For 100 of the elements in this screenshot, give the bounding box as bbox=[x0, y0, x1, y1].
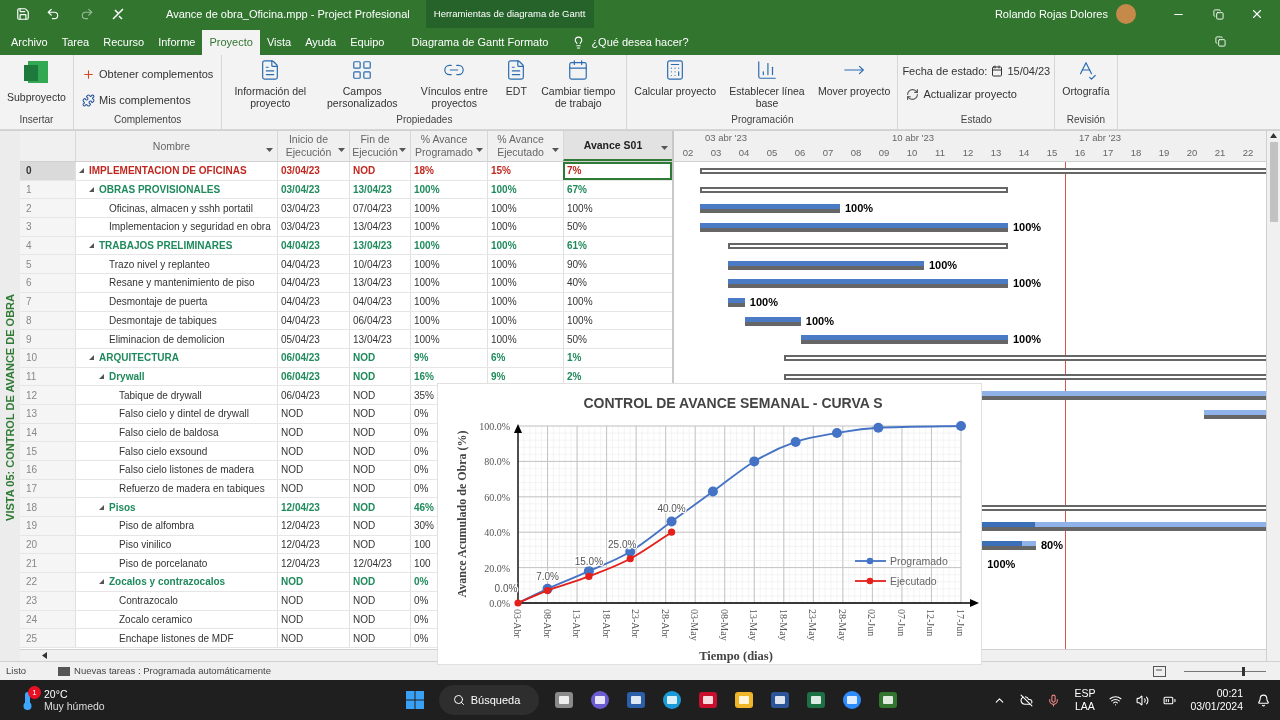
week-label: 10 abr '23 bbox=[892, 131, 935, 145]
table-cell-text: NOD bbox=[352, 575, 376, 590]
status-date-button[interactable]: 15/04/23 bbox=[991, 63, 1051, 80]
ribbon-button[interactable]: Establecer línea base bbox=[723, 59, 811, 109]
table-cell-text: 0% bbox=[413, 444, 429, 459]
task-name: Refuerzo de madera en tabiques bbox=[119, 482, 265, 497]
row-number[interactable]: 15 bbox=[20, 442, 75, 460]
table-cell-text: NOD bbox=[280, 407, 304, 422]
menu-tab[interactable]: Tarea bbox=[54, 30, 97, 55]
ribbon-button[interactable]: Campos personalizados bbox=[318, 59, 407, 109]
day-label: 12 bbox=[961, 145, 975, 160]
x-tick-label: 12-Jun bbox=[925, 609, 937, 637]
table-cell-text: 100% bbox=[566, 313, 593, 328]
table-cell-text: 06/04/23 bbox=[280, 351, 320, 366]
data-label: 7.0% bbox=[536, 570, 559, 582]
ribbon-button[interactable]: Subproyecto bbox=[4, 59, 69, 103]
task-name: Drywall bbox=[109, 369, 145, 384]
ribbon-button[interactable]: Mis complementos bbox=[77, 89, 218, 111]
row-number[interactable]: 2 bbox=[20, 199, 75, 218]
ribbon-button[interactable]: Obtener complementos bbox=[77, 63, 218, 85]
row-number[interactable]: 18 bbox=[20, 498, 75, 517]
row-number[interactable]: 6 bbox=[20, 274, 75, 292]
task-name: Oficinas, almacen y sshh portatil bbox=[109, 201, 253, 216]
row-number[interactable]: 22 bbox=[20, 573, 75, 591]
y-tick-label: 0.0% bbox=[489, 598, 510, 609]
row-number[interactable]: 25 bbox=[20, 629, 75, 647]
table-cell-text: NOD bbox=[280, 425, 304, 440]
table-cell-text: 10/04/23 bbox=[352, 257, 392, 272]
clock-time[interactable]: 00:21 bbox=[1216, 687, 1243, 700]
menu-tab[interactable]: Diagrama de Gantt Formato bbox=[401, 30, 559, 55]
table-cell-text: 04/04/23 bbox=[352, 295, 392, 310]
day-label: 18 bbox=[1129, 145, 1143, 160]
table-cell-text: NOD bbox=[352, 500, 376, 515]
table-cell-text: 04/04/23 bbox=[280, 295, 320, 310]
task-name: Resane y mantenimiento de piso bbox=[109, 276, 255, 291]
menu-tab[interactable]: Vista bbox=[259, 30, 299, 55]
table-cell-text: 100% bbox=[413, 257, 440, 272]
row-number[interactable]: 21 bbox=[20, 554, 75, 573]
task-name: TRABAJOS PRELIMINARES bbox=[99, 239, 233, 254]
row-number[interactable]: 0 bbox=[20, 162, 75, 180]
menu-tab[interactable]: Equipo bbox=[343, 30, 392, 55]
column-header[interactable]: % Avance Programado bbox=[410, 131, 487, 161]
row-number[interactable]: 9 bbox=[20, 330, 75, 348]
table-cell-text: NOD bbox=[280, 463, 304, 478]
column-header[interactable]: Avance S01 bbox=[563, 131, 672, 161]
table-cell-text: 0% bbox=[413, 612, 429, 627]
window-title: Avance de obra_Oficina.mpp - Project Profesional bbox=[166, 6, 410, 22]
column-header[interactable]: Inicio de Ejecución bbox=[277, 131, 349, 161]
menu-tab[interactable]: Archivo bbox=[4, 30, 55, 55]
menu-tab[interactable]: Proyecto bbox=[202, 30, 260, 55]
table-cell-text: 12/04/23 bbox=[280, 519, 320, 534]
table-cell-text: NOD bbox=[352, 388, 376, 403]
x-tick-label: 18-May bbox=[777, 609, 789, 641]
day-label: 13 bbox=[989, 145, 1003, 160]
row-number[interactable]: 3 bbox=[20, 218, 75, 236]
week-label: 17 abr '23 bbox=[1079, 131, 1122, 145]
column-header[interactable]: Nombre bbox=[75, 131, 277, 161]
ribbon-button[interactable]: Información del proyecto bbox=[226, 59, 315, 109]
task-name: Enchape listones de MDF bbox=[119, 631, 234, 646]
menu-tab[interactable]: Informe bbox=[151, 30, 203, 55]
table-cell-text: NOD bbox=[352, 482, 376, 497]
table-cell-text: 06/04/23 bbox=[280, 388, 320, 403]
language-code[interactable]: ESP bbox=[1074, 687, 1096, 700]
menu-tab[interactable]: Recurso bbox=[96, 30, 152, 55]
x-tick-label: 23-Abr bbox=[630, 609, 642, 638]
status-new-tasks[interactable]: Nuevas tareas : Programada automáticamente bbox=[74, 663, 272, 679]
tell-me-field[interactable]: ¿Qué desea hacer? bbox=[591, 34, 689, 51]
table-cell-text: NOD bbox=[352, 369, 376, 384]
task-name: Piso de alfombra bbox=[119, 519, 195, 534]
row-number[interactable]: 12 bbox=[20, 386, 75, 404]
row-number[interactable]: 16 bbox=[20, 461, 75, 479]
row-number[interactable]: 5 bbox=[20, 255, 75, 274]
table-cell-text: 03/04/23 bbox=[280, 183, 320, 198]
ribbon-button[interactable]: Actualizar proyecto bbox=[902, 83, 1051, 106]
ribbon-group-label: Programación bbox=[730, 113, 795, 127]
column-header[interactable]: Fin de Ejecución bbox=[349, 131, 410, 161]
keyboard-layout[interactable]: LAA bbox=[1075, 700, 1095, 713]
table-cell-text: 100% bbox=[490, 295, 517, 310]
ribbon-button[interactable]: Cambiar tiempo de trabajo bbox=[534, 59, 623, 109]
row-number[interactable]: 19 bbox=[20, 517, 75, 535]
ribbon-button[interactable]: EDT bbox=[502, 59, 531, 97]
legend-label: Ejecutado bbox=[890, 575, 937, 587]
ribbon-button[interactable]: Vínculos entre proyectos bbox=[410, 59, 499, 109]
menu-tab[interactable]: Ayuda bbox=[298, 30, 344, 55]
task-name: ARQUITECTURA bbox=[99, 351, 179, 366]
table-cell-text: 100 bbox=[413, 538, 431, 553]
notification-badge: 1 bbox=[28, 686, 41, 699]
table-cell-text: 9% bbox=[490, 369, 506, 384]
ribbon-button[interactable]: Ortografía bbox=[1059, 59, 1113, 97]
bar-label: 100% bbox=[845, 201, 874, 216]
table-cell-text: NOD bbox=[352, 519, 376, 534]
task-name: Contrazocalo bbox=[119, 594, 178, 609]
ribbon-button[interactable]: Calcular proyecto bbox=[631, 59, 719, 97]
data-label: 25.0% bbox=[608, 538, 637, 550]
status-ready: Listo bbox=[6, 663, 27, 678]
table-cell-text: 18% bbox=[413, 164, 434, 179]
ribbon-button[interactable]: Mover proyecto bbox=[815, 59, 894, 97]
clock-date[interactable]: 03/01/2024 bbox=[1190, 700, 1243, 713]
table-cell-text: 50% bbox=[566, 220, 587, 235]
search-button[interactable]: Búsqueda bbox=[438, 685, 539, 715]
